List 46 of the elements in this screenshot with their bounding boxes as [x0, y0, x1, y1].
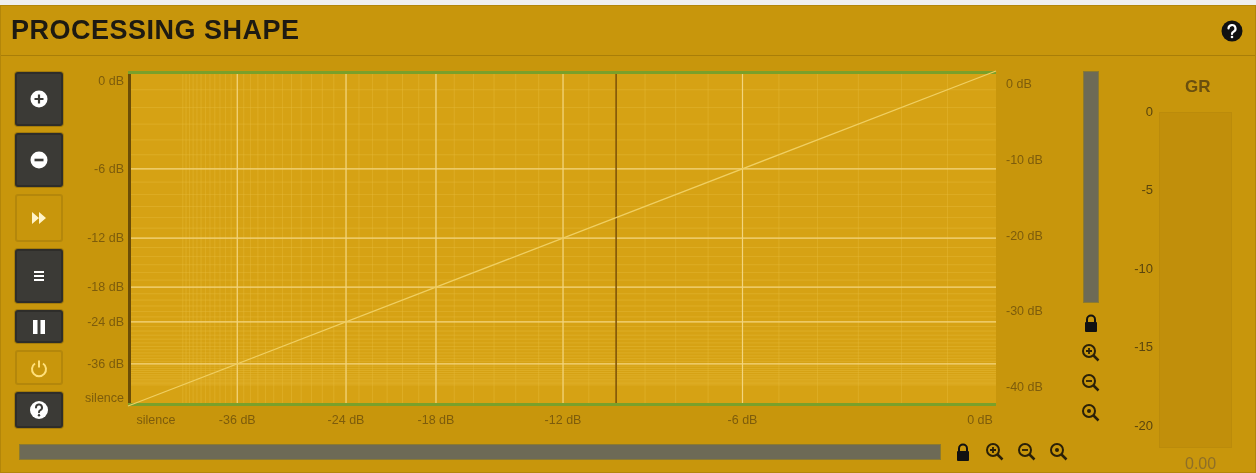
- scale-label: 0: [1144, 102, 1153, 121]
- axis-label: -30 dB: [1006, 304, 1043, 319]
- magnifier-icon[interactable]: [1049, 442, 1069, 462]
- pause-button[interactable]: [15, 310, 63, 343]
- axis-label: silence: [136, 413, 176, 427]
- axis-label: -24 dB: [327, 413, 365, 427]
- scale-label: -10: [1133, 259, 1153, 278]
- add-icon: [29, 89, 49, 109]
- help-icon: [29, 400, 49, 420]
- help-icon[interactable]: [1221, 19, 1243, 42]
- help-button[interactable]: [15, 392, 63, 428]
- meter-reading: 0.00: [1185, 453, 1218, 473]
- panel-title: PROCESSING SHAPE: [11, 14, 300, 48]
- horizontal-scrollbar[interactable]: [19, 444, 941, 460]
- axis-label: 0 dB: [98, 74, 124, 88]
- axis-label: -36 dB: [87, 356, 124, 371]
- axis-label: -24 dB: [87, 314, 124, 329]
- axis-label: -40 dB: [1006, 380, 1043, 394]
- axis-label: -6 dB: [94, 161, 124, 176]
- zoom-out-icon[interactable]: [1017, 442, 1037, 462]
- axis-label: -12 dB: [87, 231, 124, 246]
- axis-label: -10 dB: [1006, 152, 1043, 167]
- zoom-in-icon[interactable]: [1081, 343, 1101, 363]
- power-button[interactable]: [15, 350, 63, 385]
- scale-label: -15: [1133, 338, 1153, 357]
- axis-label: silence: [85, 391, 124, 405]
- meter-title: GR: [1185, 76, 1212, 98]
- scale-label: -20: [1133, 417, 1153, 435]
- axis-label: 0 dB: [1006, 77, 1032, 91]
- axis-label: -12 dB: [544, 413, 582, 427]
- add-button[interactable]: [15, 72, 63, 126]
- axis-label: -18 dB: [87, 280, 124, 295]
- scale-label: -5: [1140, 181, 1153, 200]
- remove-icon: [29, 150, 49, 170]
- fast-forward-button[interactable]: [15, 194, 63, 242]
- axis-label: -36 dB: [218, 413, 256, 427]
- remove-button[interactable]: [15, 133, 63, 187]
- zoom-in-icon[interactable]: [985, 442, 1005, 462]
- axis-label: -18 dB: [417, 413, 455, 427]
- axis-label: -6 dB: [727, 413, 758, 427]
- axis-label: 0 dB: [967, 413, 993, 427]
- magnifier-icon[interactable]: [1081, 403, 1101, 423]
- menu-button[interactable]: [15, 249, 63, 303]
- zoom-out-icon[interactable]: [1081, 373, 1101, 393]
- axis-label: -20 dB: [1006, 228, 1043, 243]
- vertical-scrollbar[interactable]: [1083, 71, 1099, 303]
